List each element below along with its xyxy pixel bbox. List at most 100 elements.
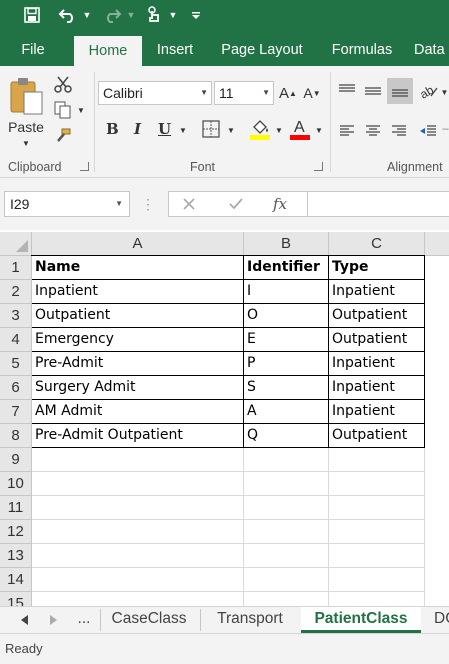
- empty-cell[interactable]: [32, 496, 244, 520]
- row-header[interactable]: 3: [0, 304, 32, 328]
- customize-icon[interactable]: [190, 3, 202, 27]
- format-painter-icon[interactable]: [52, 126, 74, 146]
- table-cell[interactable]: Inpatient: [329, 280, 425, 304]
- row-header[interactable]: 1: [0, 256, 32, 280]
- table-cell[interactable]: Inpatient: [329, 400, 425, 424]
- select-all-button[interactable]: [0, 232, 32, 256]
- cancel-icon[interactable]: [177, 193, 201, 215]
- empty-cell[interactable]: [32, 568, 244, 592]
- row-header[interactable]: 7: [0, 400, 32, 424]
- italic-button[interactable]: I: [134, 120, 141, 138]
- paste-label[interactable]: Paste: [6, 118, 46, 136]
- column-header-b[interactable]: B: [244, 232, 329, 256]
- font-launcher-icon[interactable]: [314, 162, 323, 171]
- table-cell[interactable]: E: [244, 328, 329, 352]
- touch-dropdown-icon[interactable]: ▼: [168, 3, 178, 27]
- empty-cell[interactable]: [329, 520, 425, 544]
- table-cell[interactable]: Outpatient: [32, 304, 244, 328]
- table-cell[interactable]: P: [244, 352, 329, 376]
- copy-dropdown-icon[interactable]: ▼: [76, 104, 86, 116]
- row-header[interactable]: 5: [0, 352, 32, 376]
- row-header[interactable]: 14: [0, 568, 32, 592]
- table-cell[interactable]: Inpatient: [32, 280, 244, 304]
- empty-cell[interactable]: [329, 592, 425, 606]
- middle-align-icon[interactable]: [362, 80, 384, 102]
- tab-home[interactable]: Home: [74, 36, 142, 66]
- align-center-icon[interactable]: [362, 120, 384, 142]
- font-size-dropdown-icon[interactable]: ▼: [262, 82, 270, 104]
- column-header-d[interactable]: [425, 232, 449, 256]
- underline-button[interactable]: U: [158, 120, 171, 138]
- sheet-tab-patientclass[interactable]: PatientClass: [301, 607, 421, 633]
- borders-dropdown-icon[interactable]: ▼: [226, 124, 236, 136]
- row-header[interactable]: 8: [0, 424, 32, 448]
- empty-cell[interactable]: [32, 448, 244, 472]
- scroll-sheets-right-icon[interactable]: [46, 613, 60, 627]
- row-header[interactable]: 12: [0, 520, 32, 544]
- tab-page-layout[interactable]: Page Layout: [214, 34, 310, 66]
- table-cell[interactable]: AM Admit: [32, 400, 244, 424]
- top-align-icon[interactable]: [336, 80, 358, 102]
- empty-cell[interactable]: [244, 568, 329, 592]
- clipboard-launcher-icon[interactable]: [80, 162, 89, 171]
- row-header[interactable]: 4: [0, 328, 32, 352]
- empty-cell[interactable]: [329, 448, 425, 472]
- table-cell[interactable]: Outpatient: [329, 304, 425, 328]
- row-header[interactable]: 9: [0, 448, 32, 472]
- table-cell[interactable]: Outpatient: [329, 424, 425, 448]
- table-cell[interactable]: Pre-Admit: [32, 352, 244, 376]
- column-header-c[interactable]: C: [329, 232, 425, 256]
- empty-cell[interactable]: [244, 520, 329, 544]
- increase-indent-icon[interactable]: [442, 120, 449, 142]
- paste-icon[interactable]: [6, 74, 46, 118]
- row-header[interactable]: 11: [0, 496, 32, 520]
- bold-button[interactable]: B: [106, 120, 119, 138]
- font-name-combo[interactable]: Calibri ▼: [98, 81, 212, 105]
- empty-cell[interactable]: [32, 520, 244, 544]
- sheet-tab-caseclass[interactable]: CaseClass: [102, 607, 196, 633]
- increase-font-size-icon[interactable]: A ▲: [278, 83, 298, 103]
- font-color-dropdown-icon[interactable]: ▼: [314, 124, 324, 136]
- font-color-icon[interactable]: A: [288, 116, 312, 142]
- align-left-icon[interactable]: [336, 120, 358, 142]
- orientation-icon[interactable]: ab: [418, 80, 440, 102]
- font-name-dropdown-icon[interactable]: ▼: [200, 82, 208, 104]
- sheet-tab-transport[interactable]: Transport: [202, 607, 298, 633]
- table-header-cell[interactable]: Identifier: [244, 256, 329, 280]
- tab-insert[interactable]: Insert: [148, 34, 202, 66]
- table-header-cell[interactable]: Type: [329, 256, 425, 280]
- table-cell[interactable]: Inpatient: [329, 376, 425, 400]
- tab-formulas[interactable]: Formulas: [322, 34, 402, 66]
- more-sheets-button[interactable]: ...: [70, 607, 98, 633]
- font-size-combo[interactable]: 11 ▼: [214, 81, 274, 105]
- insert-function-icon[interactable]: fx: [267, 193, 293, 215]
- decrease-font-size-icon[interactable]: A ▼: [302, 83, 322, 103]
- row-header[interactable]: 6: [0, 376, 32, 400]
- undo-icon[interactable]: [56, 3, 80, 27]
- tab-data[interactable]: Data: [414, 34, 449, 66]
- align-right-icon[interactable]: [388, 120, 410, 142]
- redo-dropdown-icon[interactable]: ▼: [126, 3, 136, 27]
- save-icon[interactable]: [20, 3, 44, 27]
- table-cell[interactable]: Inpatient: [329, 352, 425, 376]
- empty-cell[interactable]: [244, 544, 329, 568]
- table-cell[interactable]: A: [244, 400, 329, 424]
- table-cell[interactable]: O: [244, 304, 329, 328]
- touch-mode-icon[interactable]: [144, 3, 164, 27]
- sheet-tab-dc[interactable]: DC: [426, 607, 449, 633]
- empty-cell[interactable]: [32, 592, 244, 606]
- row-header[interactable]: 10: [0, 472, 32, 496]
- row-header[interactable]: 2: [0, 280, 32, 304]
- row-header[interactable]: 13: [0, 544, 32, 568]
- empty-cell[interactable]: [32, 544, 244, 568]
- empty-cell[interactable]: [329, 496, 425, 520]
- table-cell[interactable]: Surgery Admit: [32, 376, 244, 400]
- empty-cell[interactable]: [329, 472, 425, 496]
- fill-color-icon[interactable]: [248, 116, 272, 142]
- formula-bar-grip-icon[interactable]: ⋮: [141, 194, 155, 214]
- redo-icon[interactable]: [100, 3, 124, 27]
- table-cell[interactable]: S: [244, 376, 329, 400]
- borders-icon[interactable]: [200, 118, 222, 140]
- empty-cell[interactable]: [244, 472, 329, 496]
- bottom-align-icon[interactable]: [387, 78, 413, 104]
